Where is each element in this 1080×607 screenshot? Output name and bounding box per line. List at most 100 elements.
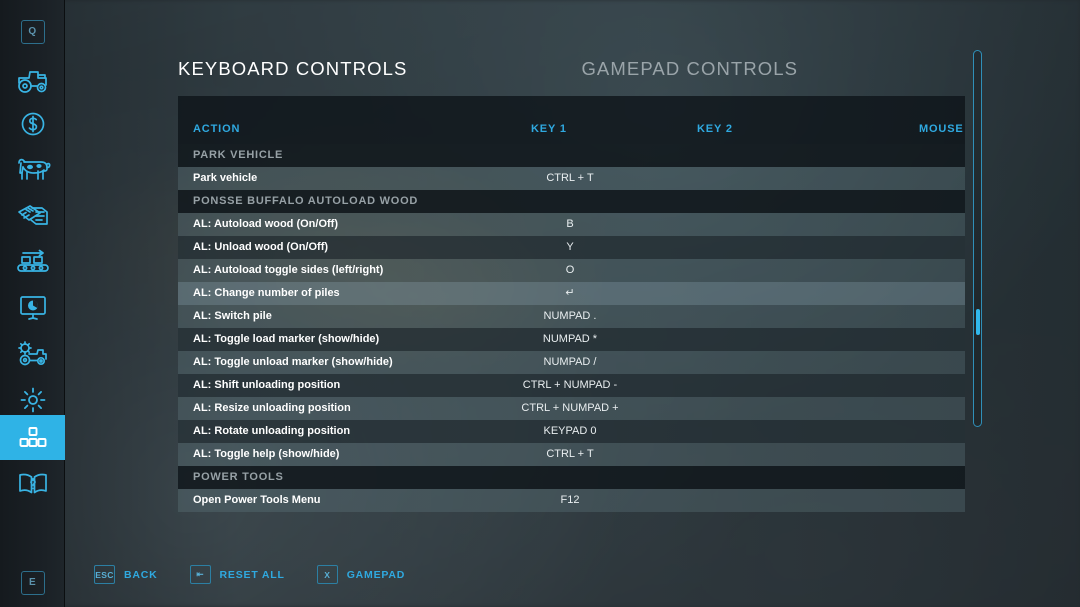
scrollbar-track[interactable] <box>973 50 982 427</box>
row-mouse-value <box>878 466 1038 489</box>
row-mouse-value <box>878 144 1038 167</box>
table-row[interactable]: AL: Autoload toggle sides (left/right) O <box>178 259 965 282</box>
row-action-label: AL: Toggle unload marker (show/hide) <box>193 356 393 368</box>
row-action-label: AL: Shift unloading position <box>193 379 341 391</box>
row-mouse-value[interactable] <box>878 259 1038 282</box>
row-mouse-value <box>878 190 1038 213</box>
row-mouse-value[interactable] <box>878 328 1038 351</box>
row-mouse-value[interactable] <box>878 236 1038 259</box>
footer-hint-label: RESET ALL <box>219 568 285 581</box>
row-key2-value[interactable] <box>656 328 816 351</box>
row-key1-value <box>490 466 650 489</box>
row-action-label: AL: Switch pile <box>193 310 272 322</box>
row-key1-value[interactable]: CTRL + NUMPAD - <box>490 374 650 397</box>
table-row[interactable]: AL: Resize unloading position CTRL + NUMP… <box>178 397 965 420</box>
row-key1-value[interactable]: O <box>490 259 650 282</box>
sidebar-item-e-key[interactable]: E <box>0 560 65 605</box>
footer-hint[interactable]: ⇤ RESET ALL <box>189 565 285 584</box>
row-key2-value[interactable] <box>656 351 816 374</box>
sidebar-item-finances[interactable] <box>0 101 65 146</box>
table-group-header: PONSSE BUFFALO AUTOLOAD WOOD <box>178 190 965 213</box>
footer-hint[interactable]: ESC BACK <box>94 565 158 584</box>
table-row[interactable]: AL: Autoload wood (On/Off) B <box>178 213 965 236</box>
conveyor-icon <box>16 249 49 272</box>
sidebar-item-contracts[interactable] <box>0 193 65 238</box>
footer-hint[interactable]: X GAMEPAD <box>316 565 406 584</box>
table-row[interactable]: AL: Toggle help (show/hide) CTRL + T <box>178 443 965 466</box>
row-key2-value[interactable] <box>656 167 816 190</box>
row-key2-value[interactable] <box>656 236 816 259</box>
row-mouse-value[interactable] <box>878 213 1038 236</box>
row-key1-value[interactable]: NUMPAD / <box>490 351 650 374</box>
table-group-header: PARK VEHICLE <box>178 144 965 167</box>
sidebar-item-q-key[interactable]: Q <box>0 9 65 54</box>
row-key2-value[interactable] <box>656 213 816 236</box>
row-action-label: AL: Resize unloading position <box>193 402 351 414</box>
row-key1-value[interactable]: KEYPAD 0 <box>490 420 650 443</box>
row-mouse-value[interactable] <box>878 374 1038 397</box>
row-key2-value <box>656 190 816 213</box>
row-key2-value[interactable] <box>656 305 816 328</box>
tab-gamepad-controls[interactable]: GAMEPAD CONTROLS <box>581 58 798 80</box>
documents-icon <box>17 204 48 225</box>
table-row[interactable]: Open Power Tools Menu F12 <box>178 489 965 512</box>
row-key1-value[interactable]: NUMPAD * <box>490 328 650 351</box>
presentation-chart-icon <box>19 295 46 320</box>
q-keycap-icon: Q <box>20 19 45 44</box>
x-key-icon: X <box>316 565 338 584</box>
esc-key-icon: ESC <box>94 565 115 584</box>
row-key1-value[interactable]: ↵ <box>490 282 650 305</box>
table-row[interactable]: AL: Unload wood (On/Off) Y <box>178 236 965 259</box>
dollar-coin-icon <box>21 112 44 135</box>
row-action-label: AL: Rotate unloading position <box>193 425 351 437</box>
row-key2-value[interactable] <box>656 443 816 466</box>
table-row[interactable]: AL: Change number of piles ↵ <box>178 282 965 305</box>
row-key1-value <box>490 190 650 213</box>
row-key2-value[interactable] <box>656 259 816 282</box>
row-key1-value[interactable]: CTRL + T <box>490 443 650 466</box>
row-key1-value[interactable]: Y <box>490 236 650 259</box>
table-header-row: ACTION KEY 1 KEY 2 MOUSE <box>178 96 965 144</box>
column-header-mouse: MOUSE <box>919 123 964 135</box>
sidebar-item-production[interactable] <box>0 239 65 284</box>
row-mouse-value[interactable] <box>878 397 1038 420</box>
row-action-label: AL: Unload wood (On/Off) <box>193 241 329 253</box>
sidebar-item-vehicle-settings[interactable] <box>0 331 65 376</box>
table-row[interactable]: AL: Switch pile NUMPAD . <box>178 305 965 328</box>
row-key2-value[interactable] <box>656 489 816 512</box>
row-mouse-value[interactable] <box>878 443 1038 466</box>
row-key1-value[interactable]: F12 <box>490 489 650 512</box>
row-action-label: AL: Toggle load marker (show/hide) <box>193 333 380 345</box>
row-key1-value[interactable]: B <box>490 213 650 236</box>
row-mouse-value[interactable] <box>878 167 1038 190</box>
row-mouse-value[interactable] <box>878 420 1038 443</box>
table-row[interactable]: AL: Toggle unload marker (show/hide) NUMP… <box>178 351 965 374</box>
row-key1-value[interactable]: CTRL + NUMPAD + <box>490 397 650 420</box>
row-key2-value[interactable] <box>656 397 816 420</box>
row-key2-value[interactable] <box>656 374 816 397</box>
sidebar-item-controls[interactable] <box>0 415 65 460</box>
table-row[interactable]: AL: Shift unloading position CTRL + NUMPA… <box>178 374 965 397</box>
table-row[interactable]: AL: Toggle load marker (show/hide) NUMPAD… <box>178 328 965 351</box>
row-key2-value[interactable] <box>656 420 816 443</box>
sidebar-item-animals[interactable] <box>0 147 65 192</box>
table-row[interactable]: Park vehicle CTRL + T <box>178 167 965 190</box>
sidebar-item-help[interactable] <box>0 461 65 506</box>
sidebar-item-statistics[interactable] <box>0 285 65 330</box>
row-key1-value[interactable]: CTRL + T <box>490 167 650 190</box>
e-keycap-icon: E <box>20 570 45 595</box>
row-mouse-value[interactable] <box>878 305 1038 328</box>
row-mouse-value[interactable] <box>878 489 1038 512</box>
row-action-label: AL: Autoload wood (On/Off) <box>193 218 338 230</box>
row-key1-value[interactable]: NUMPAD . <box>490 305 650 328</box>
group-label: PONSSE BUFFALO AUTOLOAD WOOD <box>193 195 419 207</box>
row-key2-value[interactable] <box>656 282 816 305</box>
row-mouse-value[interactable] <box>878 351 1038 374</box>
row-mouse-value[interactable] <box>878 282 1038 305</box>
table-group-header: POWER TOOLS <box>178 466 965 489</box>
table-row[interactable]: AL: Rotate unloading position KEYPAD 0 <box>178 420 965 443</box>
scrollbar-thumb[interactable] <box>975 309 980 336</box>
row-key1-value <box>490 144 650 167</box>
sidebar-item-vehicles[interactable] <box>0 58 65 103</box>
tab-keyboard-controls[interactable]: KEYBOARD CONTROLS <box>178 58 407 80</box>
